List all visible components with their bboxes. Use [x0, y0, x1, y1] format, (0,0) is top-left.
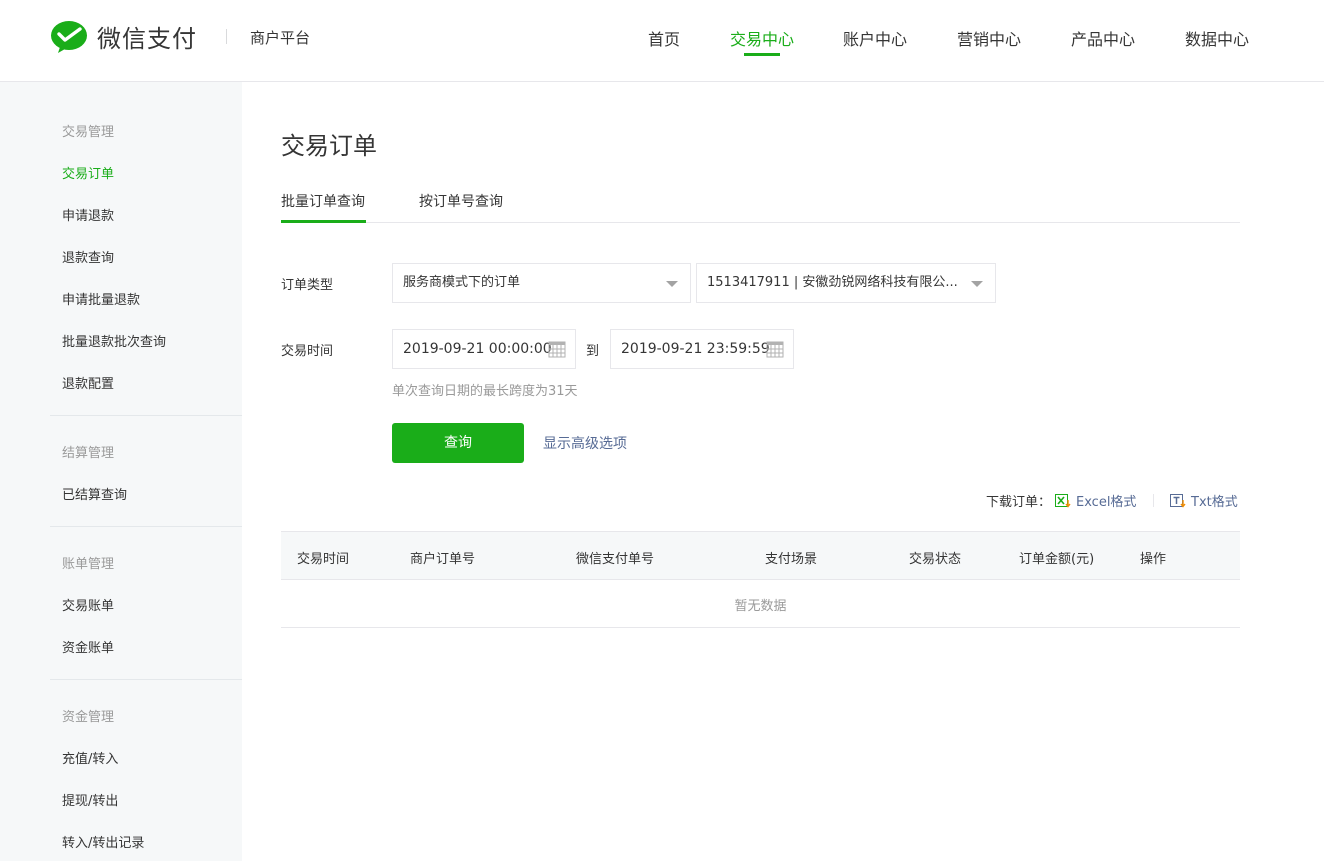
sidebar-item-settled-query[interactable]: 已结算查询 [62, 484, 127, 503]
sidebar-divider [50, 526, 242, 527]
nav-data-center[interactable]: 数据中心 [1185, 26, 1249, 50]
nav-product-center[interactable]: 产品中心 [1071, 26, 1135, 50]
date-range-hint: 单次查询日期的最长跨度为31天 [392, 384, 578, 399]
download-txt-text: Txt格式 [1191, 495, 1238, 510]
top-header: 微信支付 商户平台 首页 交易中心 账户中心 营销中心 产品中心 数据中心 [0, 0, 1324, 82]
sidebar-item-refund-query[interactable]: 退款查询 [62, 247, 114, 266]
show-advanced-options-link[interactable]: 显示高级选项 [543, 433, 627, 453]
tab-active-underline [281, 220, 366, 223]
tabs-divider [281, 222, 1240, 223]
txt-icon [1170, 494, 1186, 508]
tab-order-number-query[interactable]: 按订单号查询 [419, 191, 503, 211]
order-type-label: 订单类型 [281, 278, 334, 293]
download-divider [1153, 494, 1154, 507]
calendar-icon [548, 341, 566, 358]
sidebar-item-transfer-records[interactable]: 转入/转出记录 [62, 832, 144, 851]
merchant-select[interactable]: 1513417911 | 安徽劲锐网络科技有限公... [696, 263, 996, 303]
sidebar-item-withdraw[interactable]: 提现/转出 [62, 790, 118, 809]
download-txt-link[interactable]: Txt格式 [1170, 491, 1238, 510]
excel-icon [1055, 494, 1071, 508]
to-label: 到 [586, 344, 600, 359]
sidebar-item-refund-config[interactable]: 退款配置 [62, 373, 114, 392]
logo-divider [226, 29, 227, 44]
empty-state-text: 暂无数据 [734, 599, 787, 614]
calendar-icon [766, 341, 784, 358]
sidebar-group-title: 资金管理 [62, 710, 115, 725]
tab-batch-query[interactable]: 批量订单查询 [281, 191, 365, 211]
column-header: 支付场景 [765, 552, 818, 567]
sidebar-item-fund-bill[interactable]: 资金账单 [62, 637, 114, 656]
nav-marketing-center[interactable]: 营销中心 [957, 26, 1021, 50]
logo-text: 微信支付 [97, 25, 197, 53]
column-header: 微信支付单号 [576, 552, 655, 567]
sidebar-group-title: 账单管理 [62, 557, 115, 572]
column-header: 交易时间 [297, 552, 350, 567]
start-time-input[interactable]: 2019-09-21 00:00:00 [392, 329, 576, 369]
merchant-value: 1513417911 | 安徽劲锐网络科技有限公... [707, 275, 958, 290]
table-empty-row: 暂无数据 [281, 580, 1240, 628]
column-header: 操作 [1140, 552, 1167, 567]
query-button[interactable]: 查询 [392, 423, 524, 463]
sidebar-item-trade-bill[interactable]: 交易账单 [62, 595, 114, 614]
sidebar-divider [50, 415, 242, 416]
wechat-pay-logo[interactable]: 微信支付 [50, 19, 197, 54]
sidebar-item-recharge[interactable]: 充值/转入 [62, 748, 118, 767]
nav-account-center[interactable]: 账户中心 [843, 26, 907, 50]
sidebar-item-apply-refund[interactable]: 申请退款 [62, 205, 114, 224]
orders-table-header: 交易时间 商户订单号 微信支付单号 支付场景 交易状态 订单金额(元) 操作 [281, 531, 1240, 580]
sidebar: 交易管理 交易订单 申请退款 退款查询 申请批量退款 批量退款批次查询 退款配置… [0, 82, 242, 861]
platform-label: 商户平台 [250, 29, 311, 47]
sidebar-item-batch-refund-query[interactable]: 批量退款批次查询 [62, 331, 166, 350]
sidebar-item-trade-orders[interactable]: 交易订单 [62, 163, 114, 182]
order-type-value: 服务商模式下的订单 [403, 275, 521, 290]
nav-active-underline [744, 53, 780, 56]
sidebar-group-title: 结算管理 [62, 446, 115, 461]
sidebar-divider [50, 679, 242, 680]
end-time-value: 2019-09-21 23:59:59 [621, 341, 770, 357]
download-excel-link[interactable]: Excel格式 [1055, 491, 1136, 510]
column-header: 订单金额(元) [1019, 552, 1095, 567]
column-header: 交易状态 [909, 552, 962, 567]
chevron-down-icon [666, 281, 678, 287]
column-header: 商户订单号 [410, 552, 476, 567]
order-type-select[interactable]: 服务商模式下的订单 [392, 263, 691, 303]
nav-home[interactable]: 首页 [648, 26, 680, 50]
start-time-value: 2019-09-21 00:00:00 [403, 341, 552, 357]
chevron-down-icon [971, 281, 983, 287]
nav-trade-center[interactable]: 交易中心 [730, 26, 794, 50]
trade-time-label: 交易时间 [281, 344, 334, 359]
page-title: 交易订单 [281, 132, 377, 160]
sidebar-group-title: 交易管理 [62, 125, 115, 140]
sidebar-item-batch-refund[interactable]: 申请批量退款 [62, 289, 140, 308]
wechat-pay-logo-icon [51, 20, 87, 53]
download-excel-text: Excel格式 [1076, 495, 1137, 510]
download-label: 下载订单： [986, 495, 1052, 510]
end-time-input[interactable]: 2019-09-21 23:59:59 [610, 329, 794, 369]
